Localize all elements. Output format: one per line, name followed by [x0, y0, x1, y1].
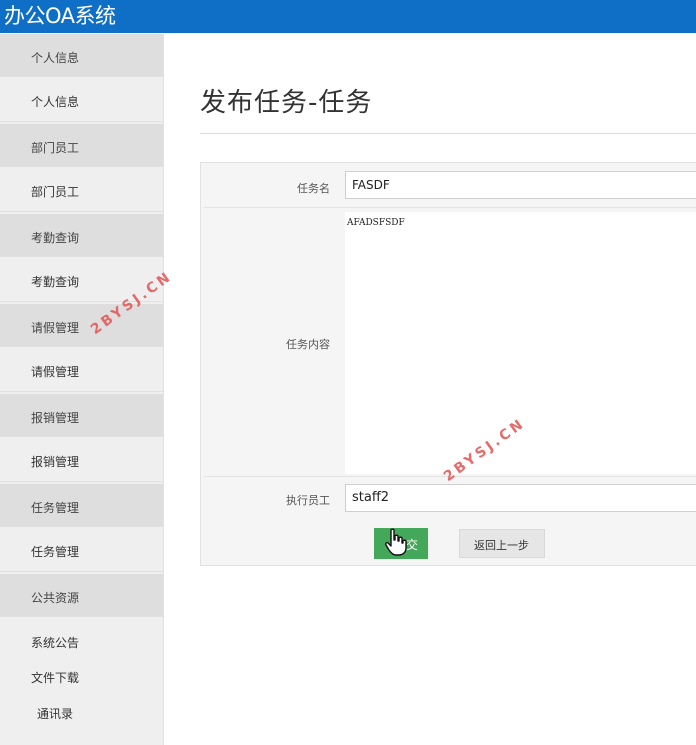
sidebar-item-announcements[interactable]: 系统公告	[0, 626, 163, 656]
sidebar-item-label: 请假管理	[31, 321, 80, 335]
sidebar-item-contacts[interactable]: 通讯录	[0, 697, 163, 727]
assignee-label: 执行员工	[286, 494, 330, 507]
form-divider	[204, 207, 696, 208]
sidebar-item-label: 报销管理	[31, 411, 80, 425]
sidebar-item-label: 部门员工	[31, 141, 80, 155]
back-button[interactable]: 返回上一步	[459, 529, 545, 558]
app-header: 办公OA系统	[0, 0, 696, 33]
sidebar-category-personal[interactable]: 个人信息	[0, 34, 163, 77]
sidebar-item-leave-management[interactable]: 请假管理	[0, 349, 163, 392]
sidebar-category-attendance[interactable]: 考勤查询	[0, 214, 163, 257]
sidebar-item-label: 系统公告	[31, 636, 80, 650]
sidebar-item-task-management[interactable]: 任务管理	[0, 529, 163, 572]
sidebar-item-personal-info[interactable]: 个人信息	[0, 79, 163, 122]
task-content-textarea[interactable]: AFADSFSDF	[345, 212, 696, 474]
hand-cursor-icon	[385, 528, 407, 556]
task-name-input[interactable]: FASDF	[345, 171, 696, 199]
back-button-label: 返回上一步	[474, 540, 529, 552]
app-title: 办公OA系统	[4, 4, 116, 28]
sidebar-item-department-staff[interactable]: 部门员工	[0, 169, 163, 212]
task-content-value: AFADSFSDF	[347, 218, 405, 228]
title-divider	[200, 133, 696, 134]
sidebar-item-label: 考勤查询	[31, 231, 80, 245]
sidebar-item-label: 任务管理	[31, 545, 80, 559]
sidebar-item-reimbursement-management[interactable]: 报销管理	[0, 439, 163, 482]
task-name-label: 任务名	[297, 182, 330, 195]
task-content-label: 任务内容	[286, 338, 330, 351]
sidebar-item-label: 请假管理	[31, 365, 80, 379]
page-title: 发布任务-任务	[200, 88, 373, 118]
task-name-value: FASDF	[352, 178, 390, 192]
sidebar-item-label: 个人信息	[31, 95, 80, 109]
assignee-input[interactable]: staff2	[345, 484, 696, 512]
sidebar-category-leave[interactable]: 请假管理	[0, 304, 163, 347]
assignee-value: staff2	[352, 490, 390, 505]
sidebar-item-label: 文件下载	[31, 671, 80, 685]
sidebar-category-task[interactable]: 任务管理	[0, 484, 163, 527]
sidebar-item-label: 任务管理	[31, 501, 80, 515]
sidebar: 个人信息 个人信息 部门员工 部门员工 考勤查询 考勤查询 请假管理 请假管理 …	[0, 34, 164, 745]
sidebar-category-department[interactable]: 部门员工	[0, 124, 163, 167]
sidebar-item-label: 通讯录	[37, 707, 74, 721]
sidebar-item-label: 个人信息	[31, 51, 80, 65]
sidebar-item-file-download[interactable]: 文件下载	[0, 661, 163, 691]
sidebar-category-public-resources[interactable]: 公共资源	[0, 574, 163, 617]
sidebar-item-label: 公共资源	[31, 591, 80, 605]
sidebar-item-label: 考勤查询	[31, 275, 80, 289]
sidebar-item-label: 部门员工	[31, 185, 80, 199]
sidebar-category-reimbursement[interactable]: 报销管理	[0, 394, 163, 437]
sidebar-item-label: 报销管理	[31, 455, 80, 469]
